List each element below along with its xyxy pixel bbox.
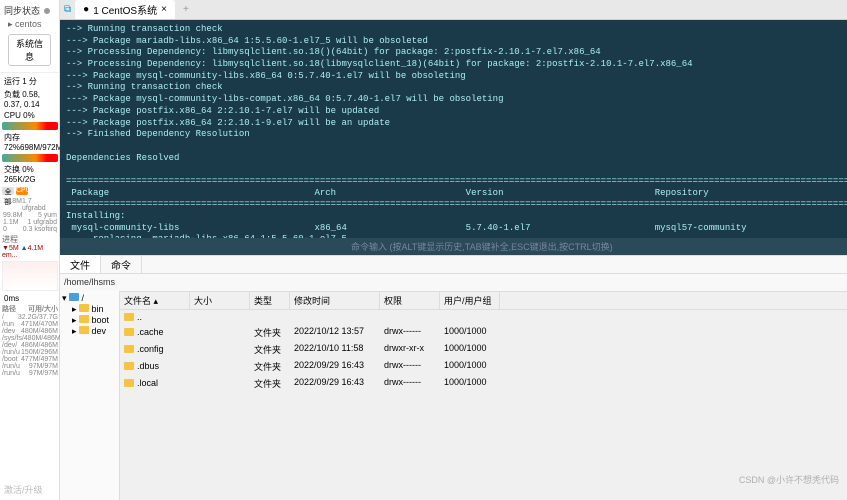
terminal-icon[interactable]: ⧉ [64,4,71,15]
terminal-output[interactable]: --> Running transaction check ---> Packa… [60,20,847,238]
disk-row: /run/u150M/296M [2,349,58,356]
sidebar: 同步状态 ▸ centos 系统信息 运行 1 分 负载 0.58, 0.37,… [0,0,60,500]
cpu-stat: CPU 0% [2,110,58,121]
bottom-tabs: 文件 命令 [60,255,847,273]
add-tab-button[interactable]: + [179,4,193,15]
terminal-tab-1[interactable]: ● 1 CentOS系统 × [75,0,175,19]
runtime-stat: 运行 1 分 [2,75,58,88]
file-row[interactable]: .local文件夹2022/09/29 16:43drwx------1000/… [120,375,847,392]
col-owner[interactable]: 用户/用户组 [440,292,500,309]
cpu-core-all[interactable]: 全部 [2,187,14,195]
disk-row: /sys/fs/480M/486M [2,335,58,342]
activate-label: 激活/升级 [4,483,43,496]
disk-row: /run/u97M/97M [2,370,58,377]
tab-commands[interactable]: 命令 [101,255,142,274]
col-name[interactable]: 文件名 ▴ [120,292,190,309]
file-row[interactable]: .config文件夹2022/10/10 11:58drwxr-xr-x1000… [120,341,847,358]
col-perm[interactable]: 权限 [380,292,440,309]
disk-row: /boot477M/497M [2,356,58,363]
col-size[interactable]: 大小 [190,292,250,309]
folder-item[interactable]: ▸ dev [62,326,117,337]
cpu-core-0[interactable]: CPU [16,187,28,195]
tab-bar: ⧉ ● 1 CentOS系统 × + ▦ ◫ [60,0,847,20]
net-latency: 0ms [2,293,58,304]
close-icon[interactable]: × [161,4,167,15]
host-label: ▸ centos [4,17,55,32]
folder-icon [69,293,79,301]
folder-item[interactable]: ▸ bin [62,304,117,315]
proc-label: 进程 [2,234,58,245]
net-up-icon: ▲ [21,245,28,252]
disk-row: /dev/486M/486M [2,342,58,349]
swap-stat: 交换 0% 265K/2G [2,163,58,185]
file-row[interactable]: .dbus文件夹2022/09/29 16:43drwx------1000/1… [120,358,847,375]
col-type[interactable]: 类型 [250,292,290,309]
file-sidebar: ▾ / ▸ bin▸ boot▸ dev [60,291,120,500]
load-stat: 负载 0.58, 0.37, 0.14 [2,88,58,110]
mem-bar [2,154,58,162]
tab-files[interactable]: 文件 [60,255,101,274]
file-list-header: 文件名 ▴ 大小 类型 修改时间 权限 用户/用户组 [120,291,847,310]
breadcrumb[interactable]: /home/lhsms [64,277,115,287]
status-dot-icon [44,8,50,14]
cpu-bar [2,122,58,130]
stats-panel: 运行 1 分 负载 0.58, 0.37, 0.14 CPU 0% 内存 72%… [0,73,60,379]
system-info-button[interactable]: 系统信息 [8,34,51,66]
net-down-icon: ▼ [2,245,9,252]
file-row[interactable]: .. [120,310,847,324]
folder-root[interactable]: ▾ / [62,293,117,304]
mem-stat: 内存 72%698M/972M [2,131,58,153]
cpu-cores: 全部 CPU [2,187,58,195]
disk-row: /dev480M/486M [2,328,58,335]
disk-row: /run471M/470M [2,321,58,328]
folder-item[interactable]: ▸ boot [62,315,117,326]
file-row[interactable]: .cache文件夹2022/10/12 13:57drwx------1000/… [120,324,847,341]
watermark: CSDN @小许不想秃代码 [739,473,839,486]
command-hint-bar: 命令输入 (按ALT键显示历史,TAB键补全,ESC键退出,按CTRL切换) 历… [60,238,847,255]
file-toolbar: /home/lhsms 历史 ‹ › [60,273,847,291]
disk-row: /run/u97M/97M [2,363,58,370]
col-date[interactable]: 修改时间 [290,292,380,309]
net-chart [2,261,58,291]
sync-status: 同步状态 [4,4,55,17]
disk-row: /32.2G/37.7G [2,314,58,321]
